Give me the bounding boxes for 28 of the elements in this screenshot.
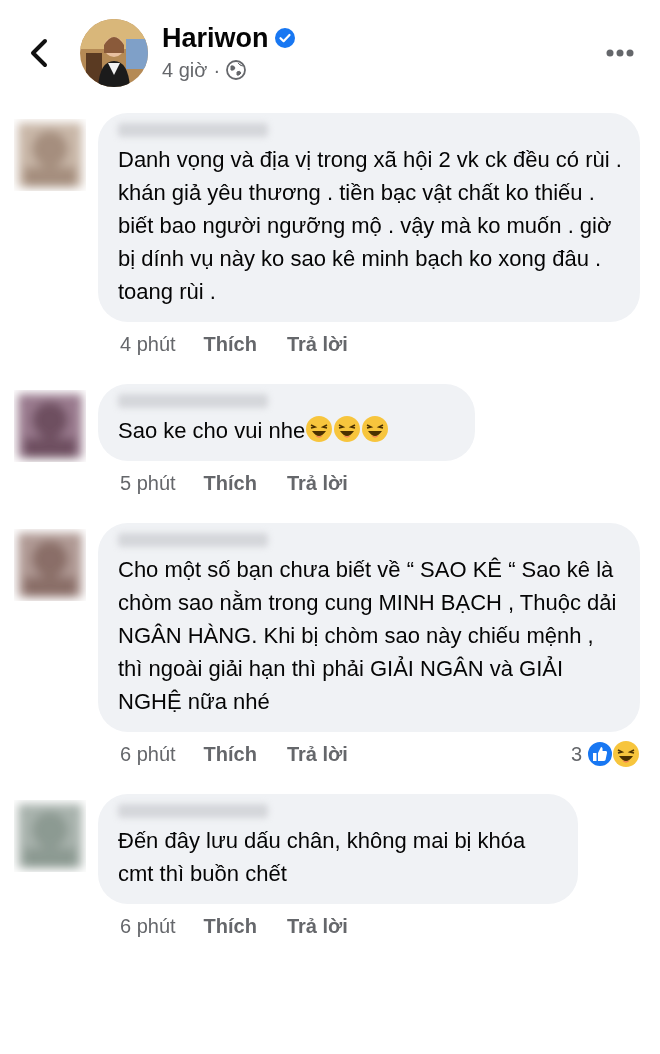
comment-time: 5 phút [120, 471, 176, 496]
comment-time: 6 phút [120, 742, 176, 767]
globe-icon [226, 59, 247, 80]
comment-text: Đến đây lưu dấu chân, không mai bị khóa cmt thì buồn chết [118, 828, 526, 886]
post-time: 4 giờ [162, 57, 208, 83]
more-icon[interactable] [606, 48, 634, 57]
comment-text: Sao ke cho vui nhe [118, 418, 306, 443]
laughing-face-icon [333, 415, 362, 443]
back-icon[interactable] [28, 37, 50, 68]
reply-link[interactable]: Trả lời [286, 468, 348, 498]
comment-text: Cho một số bạn chưa biết về “ SAO KÊ “ Sao kê là chòm sao nằm trong cung MINH BẠCH , Thuộc dải NGÂN HÀNG. Khi bị chòm sao này chiếu mệnh , thì ngoài giải hạn thì phải GIẢI NGÂN và GIẢI NGHỆ nữa nhé [118, 557, 617, 714]
comment-text: Danh vọng và địa vị trong xã hội 2 vk ck đều có rùi . khán giả yêu thương . tiền bạc vật chất ko thiếu . biết bao người ngưỡng mộ . vậy mà ko muốn . giờ bị dính vụ này ko sao kê minh bạch ko xong đâu . toang rùi . [118, 147, 622, 304]
laughing-face-icon [361, 415, 390, 443]
laughing-face-icon [305, 415, 334, 443]
reply-link[interactable]: Trả lời [286, 739, 348, 769]
like-link[interactable]: Thích [203, 911, 257, 941]
like-link[interactable]: Thích [203, 329, 257, 359]
like-link[interactable]: Thích [203, 739, 257, 769]
laughing-face-icon [612, 740, 640, 768]
comment-time: 4 phút [120, 332, 176, 357]
page-name[interactable]: Hariwon [162, 20, 269, 55]
reply-link[interactable]: Trả lời [286, 329, 348, 359]
like-link[interactable]: Thích [203, 468, 257, 498]
separator-dot: · [213, 57, 221, 83]
thumbs-up-icon [586, 740, 614, 768]
comment-time: 6 phút [120, 914, 176, 939]
reaction-count: 3 [570, 742, 582, 767]
reply-link[interactable]: Trả lời [286, 911, 348, 941]
